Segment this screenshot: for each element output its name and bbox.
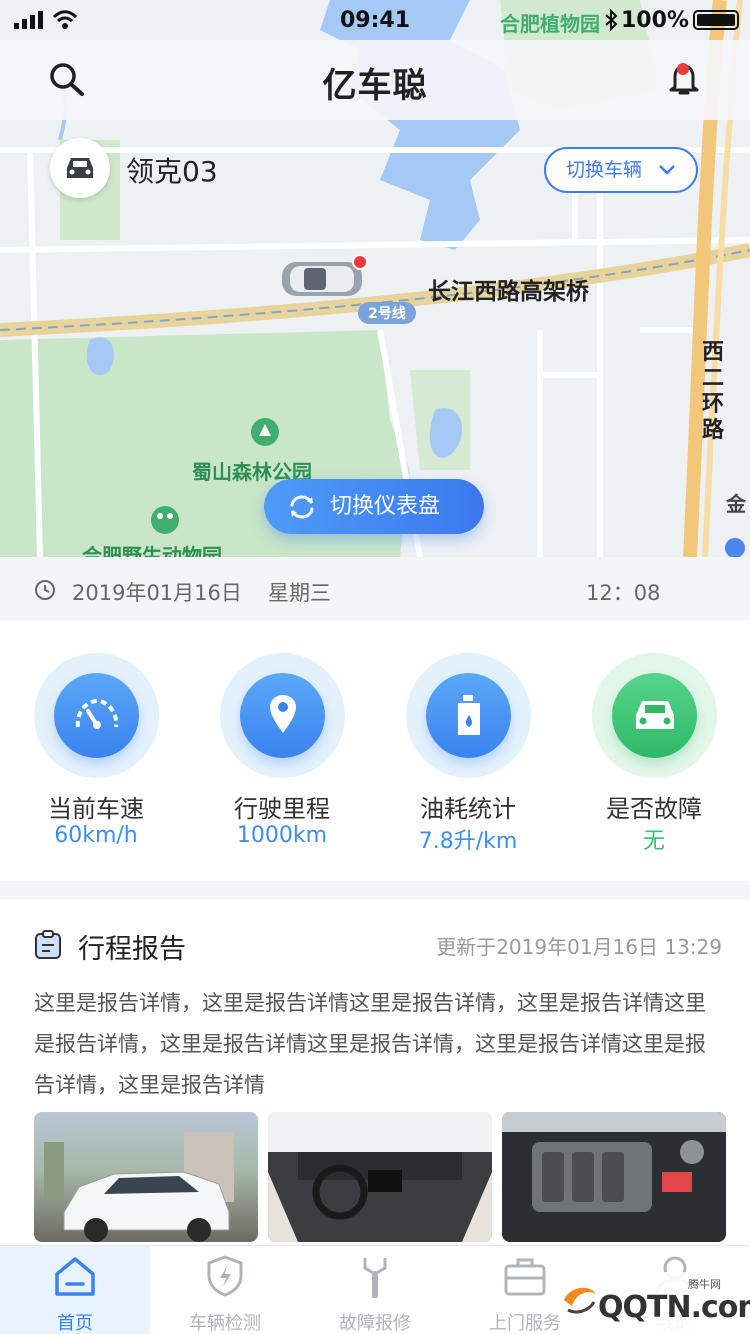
- refresh-icon: [290, 495, 314, 519]
- map-label-edge: 金: [726, 492, 746, 516]
- stat-ball: [240, 673, 325, 758]
- switch-dashboard-label: 切换仪表盘: [330, 494, 441, 519]
- nav-bar: 亿车聪: [0, 40, 750, 120]
- battery-icon: [693, 10, 739, 30]
- vehicle-avatar[interactable]: [50, 138, 110, 198]
- location-pin-icon: [270, 695, 296, 733]
- report-photo-exterior[interactable]: [34, 1112, 258, 1242]
- report-photo-engine[interactable]: [502, 1112, 726, 1242]
- tab-repair[interactable]: 故障报修: [300, 1246, 450, 1334]
- time-text: 12：08: [586, 581, 661, 605]
- wrench-icon: [363, 1258, 387, 1298]
- watermark-text: QQTN.com: [598, 1290, 750, 1325]
- map-label-metro: 2号线: [368, 306, 406, 322]
- stat-ring: [220, 653, 345, 778]
- tab-label: 故障报修: [339, 1313, 411, 1334]
- trip-report-card[interactable]: 行程报告 更新于2019年01月16日 13:29 这里是报告详情，这里是报告详…: [0, 899, 750, 1245]
- date-text: 2019年01月16日: [72, 581, 242, 605]
- map-label-ring-road: 西二环路: [702, 340, 725, 443]
- date-bar: 2019年01月16日 星期三 12：08: [0, 557, 750, 621]
- tab-bar: 首页 车辆检测 故障报修 上门服务 我的: [0, 1245, 750, 1334]
- home-icon: [55, 1257, 95, 1296]
- switch-vehicle-label: 切换车辆: [566, 159, 643, 181]
- bell-icon[interactable]: [666, 60, 702, 98]
- stat-label: 当前车速: [48, 795, 144, 823]
- watermark: 腾牛网 QQTN.com: [560, 1272, 750, 1332]
- stat-ball: [54, 673, 139, 758]
- stat-mileage[interactable]: 行驶里程 1000km: [202, 653, 362, 863]
- status-bar: 09:41 合肥植物园 100%: [0, 0, 750, 40]
- stat-ring: [406, 653, 531, 778]
- section-divider: [0, 881, 750, 899]
- car-icon: [636, 701, 674, 729]
- stat-value: 7.8升/km: [418, 829, 518, 854]
- tab-label: 车辆检测: [189, 1313, 261, 1334]
- shield-icon: [207, 1255, 243, 1297]
- chevron-down-icon: [659, 165, 675, 175]
- car-interior-image: [268, 1112, 492, 1242]
- fuel-icon: [458, 695, 480, 735]
- car-icon: [67, 158, 93, 178]
- stat-label: 行驶里程: [234, 795, 330, 823]
- stats-panel: 当前车速 60km/h 行驶里程 1000km 油耗统计 7.8升/km 是否故…: [0, 621, 750, 881]
- stat-value: 1000km: [236, 823, 328, 848]
- speedometer-icon: [75, 698, 119, 729]
- map-label-top-poi: 合肥植物园: [500, 12, 600, 36]
- clock-icon: [35, 580, 55, 600]
- weekday-text: 星期三: [268, 581, 331, 605]
- stat-ball: [612, 673, 697, 758]
- map-label-road: 长江西路高架桥: [428, 279, 589, 305]
- stat-value: 无: [642, 829, 665, 854]
- briefcase-icon: [504, 1258, 546, 1296]
- tab-vehicle-check[interactable]: 车辆检测: [150, 1246, 300, 1334]
- bluetooth-icon: [605, 9, 618, 31]
- report-body: 这里是报告详情，这里是报告详情这里是报告详情，这里是报告详情这里是报告详情，这里…: [34, 991, 706, 1097]
- stat-label: 油耗统计: [420, 795, 516, 823]
- switch-vehicle-button[interactable]: 切换车辆: [544, 147, 698, 193]
- stat-value: 60km/h: [54, 823, 138, 848]
- stat-fault[interactable]: 是否故障 无: [574, 653, 734, 863]
- tab-home[interactable]: 首页: [0, 1246, 150, 1334]
- vehicle-name: 领克03: [126, 155, 218, 188]
- map-label-zoo: 合肥野生动物园: [82, 544, 222, 557]
- report-title: 行程报告: [78, 934, 186, 965]
- stat-speed[interactable]: 当前车速 60km/h: [16, 653, 176, 863]
- stat-label: 是否故障: [606, 795, 702, 823]
- watermark-logo-icon: [564, 1287, 596, 1314]
- page-title: 亿车聪: [322, 66, 428, 106]
- car-exterior-image: [44, 1132, 234, 1242]
- engine-image: [502, 1112, 726, 1212]
- stat-ball: [426, 673, 511, 758]
- tab-label: 首页: [57, 1313, 93, 1334]
- switch-dashboard-button[interactable]: 切换仪表盘: [264, 479, 484, 534]
- battery-percent: 100%: [621, 8, 689, 33]
- stat-fuel[interactable]: 油耗统计 7.8升/km: [388, 653, 548, 863]
- stat-ring: [34, 653, 159, 778]
- stat-ring: [592, 653, 717, 778]
- report-updated: 更新于2019年01月16日 13:29: [436, 935, 722, 959]
- clipboard-icon: [35, 930, 61, 959]
- report-photo-interior[interactable]: [268, 1112, 492, 1242]
